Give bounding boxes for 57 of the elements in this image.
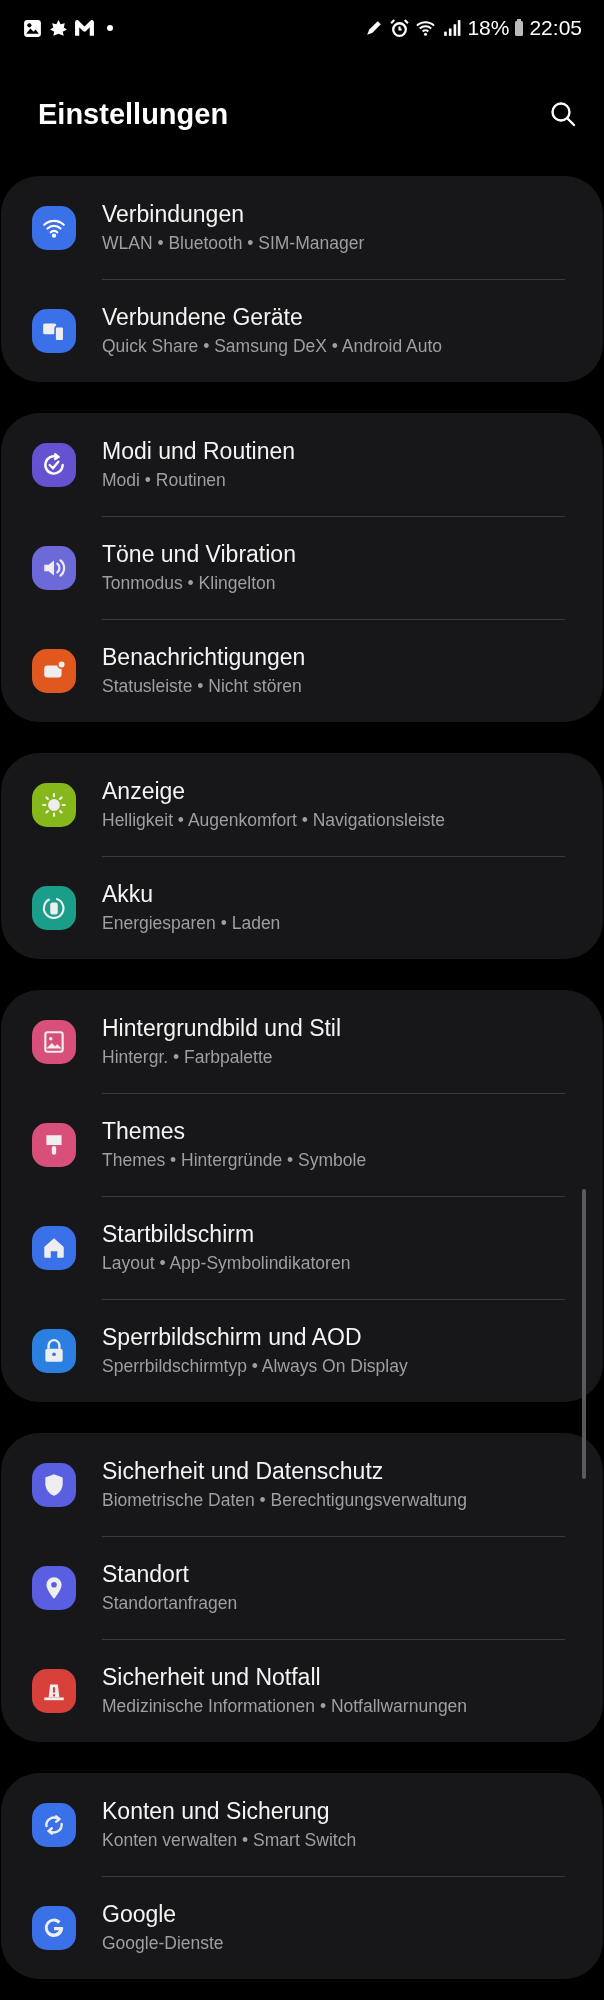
item-subtitle: Sperrbildschirmtyp • Always On Display <box>102 1356 408 1377</box>
item-subtitle: Layout • App-Symbolindikatoren <box>102 1253 351 1274</box>
settings-item[interactable]: Modi und Routinen Modi • Routinen <box>1 413 603 516</box>
settings-item[interactable]: Konten und Sicherung Konten verwalten • Smart Switch <box>1 1773 603 1876</box>
settings-item[interactable]: Sperrbildschirm und AOD Sperrbildschirmtyp • Always On Display <box>1 1299 603 1402</box>
item-subtitle: Quick Share • Samsung DeX • Android Auto <box>102 336 443 357</box>
clock: 22:05 <box>529 16 582 40</box>
settings-item[interactable]: Verbundene Geräte Quick Share • Samsung DeX • Android Auto <box>1 279 603 382</box>
item-title: Sicherheit und Notfall <box>102 1664 322 1691</box>
item-subtitle: Statusleiste • Nicht stören <box>102 676 303 697</box>
alarm-icon <box>389 17 411 39</box>
settings-item[interactable]: Anzeige Helligkeit • Augenkomfort • Navigationsleiste <box>1 753 603 856</box>
item-title: Themes <box>102 1118 187 1145</box>
item-title: Anzeige <box>102 778 187 805</box>
item-subtitle: Helligkeit • Augenkomfort • Navigationsleiste <box>102 810 445 831</box>
item-title: Startbildschirm <box>102 1221 256 1248</box>
gallery-icon <box>22 17 43 39</box>
m-app-icon <box>74 17 95 39</box>
settings-item[interactable]: Themes Themes • Hintergründe • Symbole <box>1 1093 603 1196</box>
item-subtitle: Hintergr. • Farbpalette <box>102 1047 274 1068</box>
settings-item[interactable]: Google Google-Dienste <box>1 1876 603 1979</box>
dot-icon <box>106 24 114 32</box>
item-subtitle: Modi • Routinen <box>102 470 227 491</box>
settings-item[interactable]: Akku Energiesparen • Laden <box>1 856 603 959</box>
item-subtitle: Themes • Hintergründe • Symbole <box>102 1150 367 1171</box>
battery-percentage: 18% <box>467 16 510 40</box>
settings-item[interactable]: Standort Standortanfragen <box>1 1536 603 1639</box>
item-subtitle: WLAN • Bluetooth • SIM-Manager <box>102 233 365 254</box>
item-subtitle: Tonmodus • Klingelton <box>102 573 277 594</box>
item-title: Benachrichtigungen <box>102 644 306 671</box>
item-subtitle: Standortanfragen <box>102 1593 238 1614</box>
item-title: Akku <box>102 881 155 908</box>
settings-item[interactable]: Hintergrundbild und Stil Hintergr. • Farbpalette <box>1 990 603 1093</box>
item-title: Sicherheit und Datenschutz <box>102 1458 385 1485</box>
page-title: Einstellungen <box>38 97 229 131</box>
item-title: Modi und Routinen <box>102 438 296 465</box>
settings-item[interactable]: Verbindungen WLAN • Bluetooth • SIM-Manager <box>1 176 603 279</box>
item-title: Sperrbildschirm und AOD <box>102 1324 363 1351</box>
item-title: Verbindungen <box>102 201 245 228</box>
item-subtitle: Konten verwalten • Smart Switch <box>102 1830 357 1851</box>
item-title: Konten und Sicherung <box>102 1798 331 1825</box>
settings-item[interactable]: Sicherheit und Datenschutz Biometrische Daten • Berechtigungsverwaltung <box>1 1433 603 1536</box>
item-subtitle: Biometrische Daten • Berechtigungsverwaltung <box>102 1490 468 1511</box>
item-title: Töne und Vibration <box>102 541 296 568</box>
signal-icon <box>441 17 463 39</box>
settings-item[interactable]: Töne und Vibration Tonmodus • Klingelton <box>1 516 603 619</box>
item-title: Standort <box>102 1561 190 1588</box>
settings-item[interactable]: Sicherheit und Notfall Medizinische Informationen • Notfallwarnungen <box>1 1639 603 1742</box>
item-subtitle: Google-Dienste <box>102 1933 224 1954</box>
item-title: Google <box>102 1901 178 1928</box>
item-title: Verbundene Geräte <box>102 304 304 331</box>
item-title: Hintergrundbild und Stil <box>102 1015 342 1042</box>
battery-icon <box>514 18 525 38</box>
settings-item[interactable]: Startbildschirm Layout • App-Symbolindikatoren <box>1 1196 603 1299</box>
settings-item[interactable]: Benachrichtigungen Statusleiste • Nicht stören <box>1 619 603 722</box>
item-subtitle: Medizinische Informationen • Notfallwarnungen <box>102 1696 468 1717</box>
item-subtitle: Energiesparen • Laden <box>102 913 281 934</box>
